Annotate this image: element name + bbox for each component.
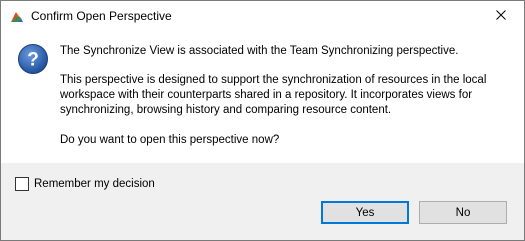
yes-button[interactable]: Yes xyxy=(321,201,409,224)
confirm-dialog: Confirm Open Perspective ? The Synchroni… xyxy=(0,0,525,241)
dialog-footer: Remember my decision Yes No xyxy=(1,163,524,240)
close-button[interactable] xyxy=(478,1,524,31)
question-icon: ? xyxy=(17,43,49,75)
message-para2-line-3: synchronizing, browsing history and comp… xyxy=(60,104,392,116)
remember-decision-label[interactable]: Remember my decision xyxy=(34,178,155,190)
message-para2-line-1: This perspective is designed to support … xyxy=(60,74,487,86)
svg-text:?: ? xyxy=(27,50,39,71)
remember-decision-checkbox[interactable] xyxy=(15,177,29,191)
no-button[interactable]: No xyxy=(419,201,507,224)
remember-decision-option[interactable]: Remember my decision xyxy=(15,176,155,192)
window-title: Confirm Open Perspective xyxy=(31,9,172,23)
message-question: Do you want to open this perspective now… xyxy=(60,134,280,146)
message-line-1: The Synchronize View is associated with … xyxy=(60,45,459,57)
title-bar[interactable]: Confirm Open Perspective xyxy=(1,1,524,31)
message-para2-line-2: workspace with their counterparts shared… xyxy=(60,89,473,101)
close-icon xyxy=(496,7,506,25)
message-area: ? The Synchronize View is associated wit… xyxy=(1,31,524,163)
eclipse-app-icon xyxy=(9,9,25,25)
